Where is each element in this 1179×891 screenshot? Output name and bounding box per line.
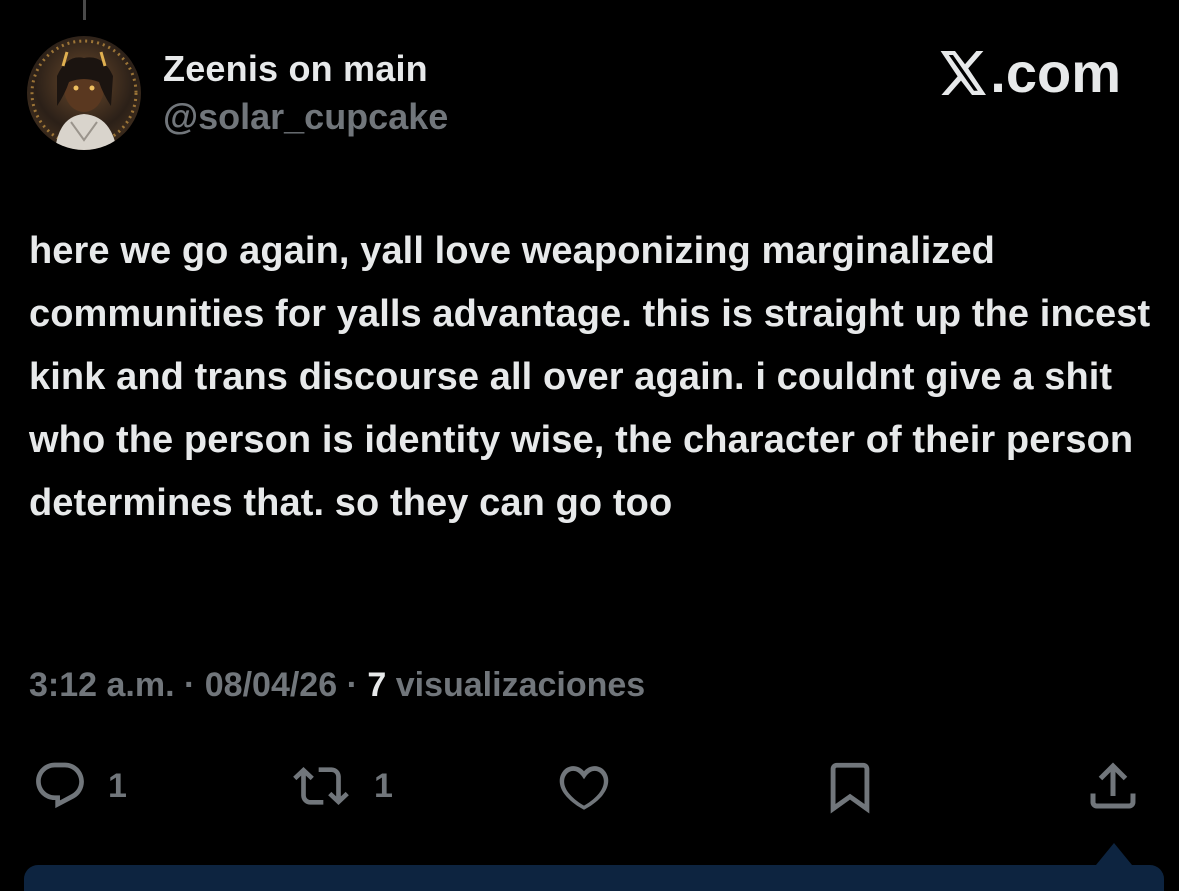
tweet-date[interactable]: 08/04/26 — [205, 666, 337, 704]
action-bar: 1 1 — [0, 752, 1179, 822]
reply-button[interactable]: 1 — [30, 758, 127, 814]
bookmark-button[interactable] — [820, 758, 880, 816]
reply-icon — [36, 762, 84, 809]
avatar-image — [30, 39, 138, 150]
tweet-text: here we go again, yall love weaponizing … — [29, 230, 1151, 524]
thread-connector-line — [83, 0, 86, 20]
tweet-meta: 3:12 a.m. · 08/04/26 · 7 visualizaciones — [29, 666, 645, 705]
tweet-time[interactable]: 3:12 a.m. — [29, 666, 175, 704]
reply-count: 1 — [108, 766, 127, 805]
heart-icon — [559, 766, 609, 810]
retweet-button[interactable]: 1 — [286, 758, 393, 814]
views-count: 7 — [367, 666, 387, 704]
share-icon — [1090, 762, 1136, 809]
share-button[interactable] — [1082, 756, 1144, 816]
views-label: visualizaciones — [395, 666, 646, 704]
user-handle[interactable]: @solar_cupcake — [163, 96, 448, 138]
bottom-reply-bar[interactable] — [24, 865, 1164, 891]
display-name[interactable]: Zeenis on main — [163, 48, 428, 90]
meta-separator: · — [346, 666, 368, 704]
brand-domain: .com — [990, 41, 1121, 104]
retweet-count: 1 — [374, 766, 393, 805]
meta-separator: · — [183, 666, 205, 704]
bottom-bar-notch — [1096, 843, 1132, 865]
retweet-icon — [293, 767, 349, 805]
avatar[interactable] — [27, 36, 141, 150]
bookmark-icon — [830, 762, 870, 814]
x-brand-watermark: .com — [940, 40, 1121, 105]
x-logo-icon — [940, 50, 987, 95]
like-button[interactable] — [552, 758, 616, 814]
